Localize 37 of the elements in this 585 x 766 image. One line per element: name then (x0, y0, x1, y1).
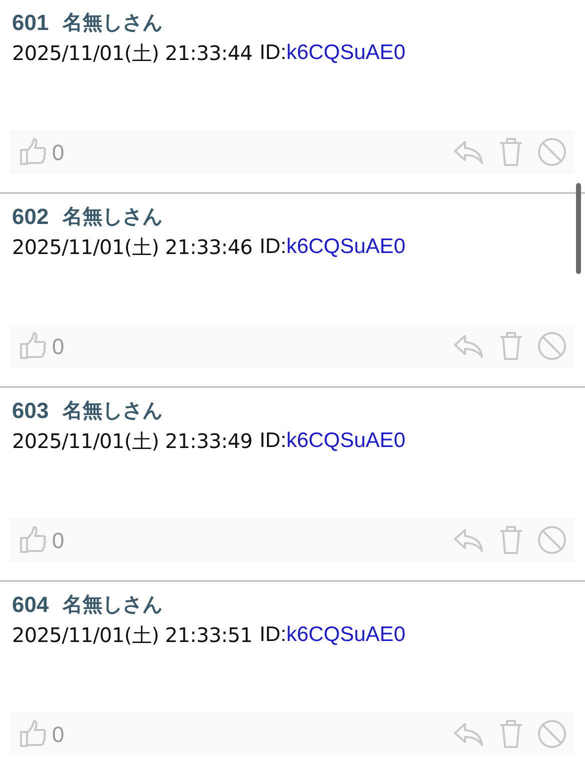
block-icon[interactable] (537, 719, 567, 749)
post-number[interactable]: 603 (12, 394, 49, 426)
thumbs-up-icon (18, 525, 48, 555)
user-id-link[interactable]: k6CQSuAE0 (286, 425, 406, 457)
user-id-link[interactable]: k6CQSuAE0 (286, 231, 406, 263)
thumbs-up-icon (18, 137, 48, 167)
post-number[interactable]: 601 (12, 6, 49, 38)
post-date: 2025/11/01(土) 21:33:46 (12, 234, 252, 261)
reply-icon[interactable] (453, 526, 485, 554)
block-icon[interactable] (537, 137, 567, 167)
reply-icon[interactable] (453, 332, 485, 360)
id-label: ID: (259, 40, 286, 66)
poster-name: 名無しさん (62, 397, 163, 424)
user-id-link[interactable]: k6CQSuAE0 (286, 619, 406, 651)
thumbs-up-icon (18, 719, 48, 749)
block-icon[interactable] (537, 331, 567, 361)
id-label: ID: (259, 622, 286, 648)
poster-name: 名無しさん (62, 591, 163, 618)
user-id-link[interactable]: k6CQSuAE0 (286, 37, 406, 69)
id-label: ID: (259, 234, 286, 260)
trash-icon[interactable] (499, 525, 523, 555)
trash-icon[interactable] (499, 719, 523, 749)
reply-icon[interactable] (453, 138, 485, 166)
post-date: 2025/11/01(土) 21:33:49 (12, 428, 252, 455)
poster-name: 名無しさん (62, 9, 163, 36)
post-date: 2025/11/01(土) 21:33:44 (12, 40, 252, 67)
scrollbar[interactable] (576, 183, 581, 274)
thumbs-up-icon (18, 331, 48, 361)
reply-icon[interactable] (453, 720, 485, 748)
poster-name: 名無しさん (62, 203, 163, 230)
trash-icon[interactable] (499, 331, 523, 361)
id-label: ID: (259, 428, 286, 454)
post-date: 2025/11/01(土) 21:33:51 (12, 622, 252, 649)
post-number[interactable]: 604 (12, 588, 49, 620)
post-number[interactable]: 602 (12, 200, 49, 232)
trash-icon[interactable] (499, 137, 523, 167)
block-icon[interactable] (537, 525, 567, 555)
